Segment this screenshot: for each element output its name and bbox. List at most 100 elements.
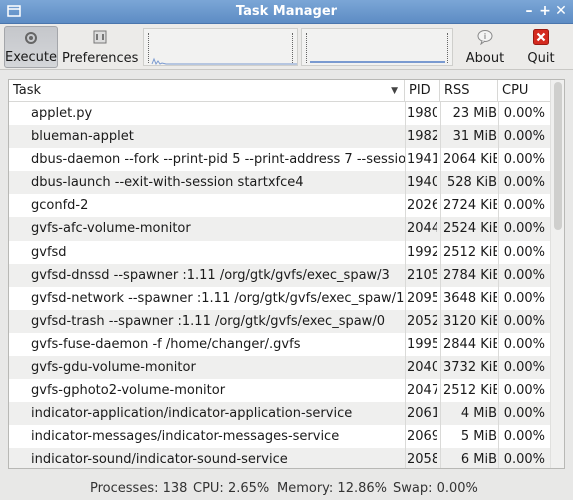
- pid-cell: 2026: [407, 198, 437, 214]
- cpu-cell: 0.00%: [503, 198, 545, 214]
- cpu-cell: 0.00%: [503, 429, 545, 445]
- rss-cell: 23 MiB: [452, 106, 497, 121]
- cpu-cell: 0.00%: [503, 152, 545, 168]
- memory-graph-plot: [310, 61, 445, 63]
- maximize-icon[interactable]: +: [537, 3, 553, 19]
- preferences-label: Preferences: [62, 51, 139, 66]
- status-memory: Memory: 12.86%: [277, 481, 388, 496]
- preferences-icon: [92, 29, 108, 45]
- pid-cell: 1941: [407, 152, 437, 168]
- cpu-cell: 0.00%: [503, 383, 545, 399]
- cpu-cell: 0.00%: [503, 452, 545, 468]
- info-icon: i: [477, 29, 493, 46]
- column-header-pid[interactable]: PID: [405, 80, 440, 102]
- rss-cell: 2512 KiB: [443, 383, 497, 399]
- status-bar: Processes: 138 CPU: 2.65% Memory: 12.86%…: [0, 477, 573, 500]
- cpu-cell: 0.00%: [503, 129, 545, 145]
- cpu-cell: 0.00%: [503, 290, 545, 306]
- table-row[interactable]: gvfsd-dnssd --spawner :1.11 /org/gtk/gvf…: [9, 263, 550, 287]
- column-divider: [498, 102, 499, 468]
- close-icon[interactable]: ✕: [553, 3, 569, 19]
- cpu-cell: 0.00%: [503, 106, 545, 121]
- execute-button[interactable]: Execute: [4, 26, 58, 68]
- rss-cell: 3120 KiB: [443, 313, 497, 329]
- table-row[interactable]: dbus-daemon --fork --print-pid 5 --print…: [9, 148, 550, 171]
- table-row[interactable]: gvfsd-network --spawner :1.11 /org/gtk/g…: [9, 287, 550, 310]
- task-name-cell: gvfsd: [31, 244, 67, 260]
- execute-label: Execute: [5, 50, 57, 65]
- pid-cell: 2069: [407, 429, 437, 445]
- task-name-cell: applet.py: [31, 106, 93, 121]
- table-row[interactable]: gvfs-fuse-daemon -f /home/changer/.gvfs 1…: [9, 333, 550, 356]
- task-name-cell: dbus-daemon --fork --print-pid 5 --print…: [31, 152, 405, 168]
- cpu-graph: [143, 28, 298, 66]
- table-row[interactable]: gconfd-2 2026 2724 KiB 0.00%: [9, 194, 550, 217]
- task-name-cell: gvfsd-network --spawner :1.11 /org/gtk/g…: [31, 290, 405, 306]
- task-list[interactable]: Task ▼ PID RSS CPU applet.py 1980 23 MiB 0.…: [8, 79, 565, 469]
- quit-icon: [533, 29, 549, 45]
- memory-graph: [301, 28, 453, 66]
- window-title: Task Manager: [235, 4, 338, 19]
- table-row[interactable]: indicator-application/indicator-applicat…: [9, 402, 550, 426]
- cpu-graph-plot: [151, 57, 297, 65]
- pid-cell: 1982: [407, 129, 437, 145]
- column-header-cpu-label: CPU: [502, 83, 529, 98]
- rss-cell: 528 KiB: [446, 175, 497, 191]
- pid-cell: 2058: [407, 452, 437, 468]
- minimize-icon[interactable]: –: [521, 3, 537, 19]
- table-row[interactable]: gvfs-afc-volume-monitor 2044 2524 KiB 0.00%: [9, 217, 550, 241]
- pid-cell: 1980: [407, 106, 437, 121]
- table-row[interactable]: indicator-messages/indicator-messages-se…: [9, 425, 550, 448]
- table-row[interactable]: gvfs-gdu-volume-monitor 2040 3732 KiB 0.00%: [9, 356, 550, 380]
- cpu-cell: 0.00%: [503, 175, 545, 191]
- task-name-cell: gvfs-fuse-daemon -f /home/changer/.gvfs: [31, 336, 301, 352]
- about-button[interactable]: i About: [460, 26, 510, 68]
- table-row[interactable]: indicator-sound/indicator-sound-service 2…: [9, 448, 550, 468]
- table-row[interactable]: gvfsd-trash --spawner :1.11 /org/gtk/gvf…: [9, 309, 550, 333]
- pid-cell: 1940: [407, 175, 437, 191]
- rss-cell: 3648 KiB: [443, 290, 497, 306]
- quit-label: Quit: [527, 51, 555, 66]
- table-row[interactable]: gvfsd 1992 2512 KiB 0.00%: [9, 241, 550, 264]
- rss-cell: 2784 KiB: [443, 267, 497, 283]
- title-bar[interactable]: Task Manager – + ✕: [0, 0, 573, 24]
- task-name-cell: indicator-application/indicator-applicat…: [31, 406, 353, 422]
- rss-cell: 2524 KiB: [443, 221, 497, 237]
- rss-cell: 3732 KiB: [443, 360, 497, 376]
- pid-cell: 2044: [407, 221, 437, 237]
- rss-cell: 5 MiB: [460, 429, 497, 445]
- rss-cell: 2512 KiB: [443, 244, 497, 260]
- column-header-task[interactable]: Task ▼: [9, 80, 405, 102]
- task-name-cell: indicator-messages/indicator-messages-se…: [31, 429, 340, 445]
- preferences-button[interactable]: Preferences: [62, 26, 138, 68]
- table-body: applet.py 1980 23 MiB 0.00% blueman-applet 19…: [9, 102, 550, 468]
- pid-cell: 2040: [407, 360, 437, 376]
- column-header-pid-label: PID: [409, 83, 431, 98]
- pid-cell: 2047: [407, 383, 437, 399]
- column-header-cpu[interactable]: CPU: [498, 80, 550, 102]
- table-row[interactable]: dbus-launch --exit-with-session startxfc…: [9, 171, 550, 195]
- column-header-rss[interactable]: RSS: [440, 80, 498, 102]
- about-label: About: [465, 51, 505, 66]
- task-name-cell: dbus-launch --exit-with-session startxfc…: [31, 175, 304, 191]
- pid-cell: 2061: [407, 406, 437, 422]
- table-row[interactable]: gvfs-gphoto2-volume-monitor 2047 2512 KiB 0…: [9, 379, 550, 402]
- cpu-cell: 0.00%: [503, 267, 545, 283]
- scrollbar-thumb[interactable]: [554, 82, 562, 230]
- quit-button[interactable]: Quit: [518, 26, 564, 68]
- rss-cell: 2724 KiB: [443, 198, 497, 214]
- pid-cell: 1992: [407, 244, 437, 260]
- cpu-cell: 0.00%: [503, 406, 545, 422]
- pid-cell: 2095: [407, 290, 437, 306]
- rss-cell: 4 MiB: [460, 406, 497, 422]
- table-row[interactable]: applet.py 1980 23 MiB 0.00%: [9, 102, 550, 125]
- vertical-scrollbar[interactable]: [550, 80, 564, 468]
- rss-cell: 2844 KiB: [443, 336, 497, 352]
- status-cpu: CPU: 2.65%: [193, 481, 270, 496]
- task-name-cell: gvfs-gdu-volume-monitor: [31, 360, 196, 376]
- status-processes: Processes: 138: [90, 481, 188, 496]
- pid-cell: 1995: [407, 336, 437, 352]
- cpu-cell: 0.00%: [503, 221, 545, 237]
- table-row[interactable]: blueman-applet 1982 31 MiB 0.00%: [9, 125, 550, 149]
- task-name-cell: gvfs-gphoto2-volume-monitor: [31, 383, 226, 399]
